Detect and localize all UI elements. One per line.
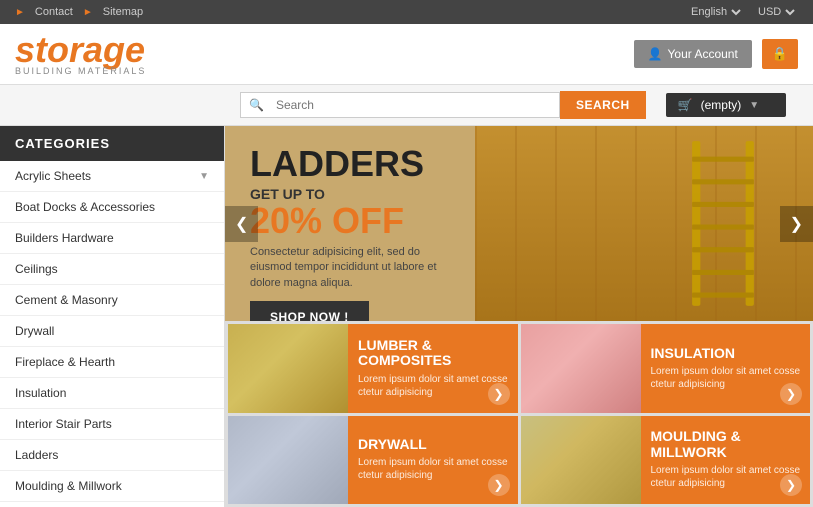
product-description: Lorem ipsum dolor sit amet cosse ctetur …	[358, 456, 508, 482]
product-image	[521, 324, 641, 413]
header: storage BUILDING MATERIALS 👤 Your Accoun…	[0, 24, 813, 85]
category-label: Ladders	[15, 448, 58, 462]
product-link-arrow[interactable]: ❯	[780, 383, 802, 405]
product-card[interactable]: LUMBER & COMPOSITES Lorem ipsum dolor si…	[228, 324, 518, 413]
category-label: Builders Hardware	[15, 231, 114, 245]
category-label: Cement & Masonry	[15, 293, 118, 307]
product-title: INSULATION	[651, 346, 801, 361]
hero-prev-button[interactable]: ❮	[225, 206, 258, 242]
hero-image	[475, 126, 813, 321]
sidebar: CATEGORIES Acrylic Sheets ▼ Boat Docks & A…	[0, 126, 225, 507]
hero-next-button[interactable]: ❯	[780, 206, 813, 242]
cart-bar[interactable]: 🛒 (empty) ▼	[666, 93, 786, 117]
product-link-arrow[interactable]: ❯	[780, 474, 802, 496]
top-bar-settings: English USD	[687, 5, 798, 19]
product-card-body: DRYWALL Lorem ipsum dolor sit amet cosse…	[348, 416, 518, 505]
category-label: Boat Docks & Accessories	[15, 200, 155, 214]
language-select[interactable]: English	[687, 5, 744, 19]
product-title: LUMBER & COMPOSITES	[358, 338, 508, 369]
sitemap-arrow-icon: ►	[83, 7, 93, 18]
content-area: ❮ LADDERS GET UP TO 20% OFF Consectetur …	[225, 126, 813, 507]
shop-now-button[interactable]: SHOP NOW !	[250, 301, 369, 321]
category-label: Moulding & Millwork	[15, 479, 122, 493]
categories-header: CATEGORIES	[0, 126, 224, 161]
ladder-illustration	[673, 136, 773, 311]
contact-arrow-icon: ►	[15, 7, 25, 18]
account-button[interactable]: 👤 Your Account	[634, 40, 752, 68]
hero-description: Consectetur adipisicing elit, sed do eiu…	[250, 245, 450, 291]
contact-link[interactable]: Contact	[35, 6, 73, 18]
search-wrapper: 🔍	[240, 92, 560, 118]
sidebar-category-item[interactable]: Roofing & Gutters	[0, 502, 224, 507]
cart-icon: 🛒	[678, 98, 693, 112]
sidebar-category-item[interactable]: Moulding & Millwork	[0, 471, 224, 502]
hero-discount: 20% OFF	[250, 203, 450, 239]
product-card[interactable]: DRYWALL Lorem ipsum dolor sit amet cosse…	[228, 416, 518, 505]
product-card[interactable]: INSULATION Lorem ipsum dolor sit amet co…	[521, 324, 811, 413]
search-input[interactable]	[272, 93, 559, 117]
sidebar-category-item[interactable]: Ladders	[0, 440, 224, 471]
logo: storage BUILDING MATERIALS	[15, 32, 146, 76]
category-label: Interior Stair Parts	[15, 417, 112, 431]
sidebar-category-item[interactable]: Ceilings	[0, 254, 224, 285]
product-link-arrow[interactable]: ❯	[488, 474, 510, 496]
expand-arrow-icon: ▼	[199, 171, 209, 182]
sidebar-category-item[interactable]: Fireplace & Hearth	[0, 347, 224, 378]
product-image	[228, 324, 348, 413]
product-title: MOULDING & MILLWORK	[651, 429, 801, 460]
logo-subtitle: BUILDING MATERIALS	[15, 66, 146, 76]
category-label: Insulation	[15, 386, 66, 400]
product-grid: LUMBER & COMPOSITES Lorem ipsum dolor si…	[225, 321, 813, 507]
header-actions: 👤 Your Account 🔒	[634, 39, 798, 69]
product-image	[521, 416, 641, 505]
person-icon: 👤	[648, 47, 663, 61]
search-row: 🔍 SEARCH 🛒 (empty) ▼	[0, 85, 813, 126]
currency-select[interactable]: USD	[754, 5, 798, 19]
lock-icon: 🔒	[772, 46, 788, 61]
search-icon: 🔍	[241, 93, 272, 117]
category-label: Drywall	[15, 324, 54, 338]
product-description: Lorem ipsum dolor sit amet cosse ctetur …	[651, 365, 801, 391]
sidebar-category-item[interactable]: Interior Stair Parts	[0, 409, 224, 440]
cart-dropdown-icon: ▼	[749, 100, 759, 111]
sidebar-category-item[interactable]: Insulation	[0, 378, 224, 409]
product-card-body: LUMBER & COMPOSITES Lorem ipsum dolor si…	[348, 324, 518, 413]
product-link-arrow[interactable]: ❯	[488, 383, 510, 405]
product-image	[228, 416, 348, 505]
hero-title: LADDERS	[250, 146, 450, 182]
search-button[interactable]: SEARCH	[560, 91, 646, 119]
product-title: DRYWALL	[358, 437, 508, 452]
main-layout: CATEGORIES Acrylic Sheets ▼ Boat Docks & A…	[0, 126, 813, 507]
category-label: Ceilings	[15, 262, 58, 276]
cart-label: (empty)	[701, 98, 742, 112]
product-description: Lorem ipsum dolor sit amet cosse ctetur …	[358, 373, 508, 399]
top-bar-nav: ► Contact ► Sitemap	[15, 6, 143, 18]
sidebar-category-item[interactable]: Boat Docks & Accessories	[0, 192, 224, 223]
logo-brand: storage	[15, 32, 146, 68]
sitemap-link[interactable]: Sitemap	[103, 6, 143, 18]
category-label: Acrylic Sheets	[15, 169, 91, 183]
sidebar-category-item[interactable]: Cement & Masonry	[0, 285, 224, 316]
top-bar: ► Contact ► Sitemap English USD	[0, 0, 813, 24]
hero-banner: ❮ LADDERS GET UP TO 20% OFF Consectetur …	[225, 126, 813, 321]
sidebar-category-item[interactable]: Acrylic Sheets ▼	[0, 161, 224, 192]
hero-text: LADDERS GET UP TO 20% OFF Consectetur ad…	[225, 126, 475, 321]
product-card-body: INSULATION Lorem ipsum dolor sit amet co…	[641, 324, 811, 413]
category-list: Acrylic Sheets ▼ Boat Docks & Accessories B…	[0, 161, 224, 507]
sidebar-category-item[interactable]: Builders Hardware	[0, 223, 224, 254]
sidebar-category-item[interactable]: Drywall	[0, 316, 224, 347]
product-description: Lorem ipsum dolor sit amet cosse ctetur …	[651, 464, 801, 490]
product-card-body: MOULDING & MILLWORK Lorem ipsum dolor si…	[641, 416, 811, 505]
account-label: Your Account	[668, 47, 738, 61]
lock-button[interactable]: 🔒	[762, 39, 798, 69]
product-card[interactable]: MOULDING & MILLWORK Lorem ipsum dolor si…	[521, 416, 811, 505]
category-label: Fireplace & Hearth	[15, 355, 115, 369]
